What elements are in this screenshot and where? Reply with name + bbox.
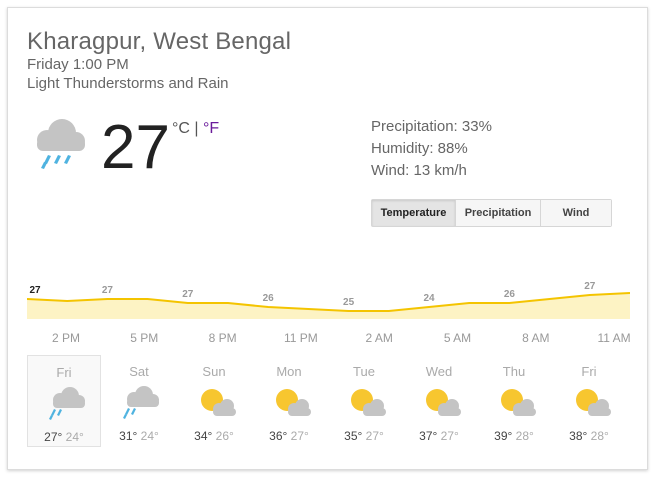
chart-point-label: 24 (423, 293, 435, 304)
chart-tabs: Temperature Precipitation Wind (371, 199, 612, 227)
current-temperature: 27 (101, 113, 170, 182)
forecast-low: 27° (287, 429, 309, 443)
forecast-day-sun[interactable]: Sun 34° 26° (177, 355, 251, 447)
cloud-rain-icon (49, 387, 85, 420)
forecast-temps: 37° 27° (402, 429, 476, 443)
temperature-chart: 27 27 27 26 25 24 26 27 (27, 281, 630, 319)
forecast-day-name: Fri (581, 364, 597, 379)
unit-fahrenheit-link[interactable]: °F (203, 120, 219, 137)
partly-sunny-icon (276, 389, 311, 416)
forecast-temps: 34° 26° (177, 429, 251, 443)
unit-separator: | (189, 120, 203, 137)
datetime-label: Friday 1:00 PM (27, 56, 129, 73)
forecast-day-mon[interactable]: Mon 36° 27° (252, 355, 326, 447)
forecast-day-name: Fri (56, 365, 72, 380)
tab-precipitation[interactable]: Precipitation (456, 200, 541, 226)
forecast-day-thu[interactable]: Thu 39° 28° (477, 355, 551, 447)
chart-point-label: 26 (263, 293, 275, 304)
forecast-day-fri[interactable]: Fri 38° 28° (552, 355, 626, 447)
forecast-day-sat[interactable]: Sat 31° 24° (102, 355, 176, 447)
chart-x-label: 8 PM (208, 331, 237, 345)
humidity-stat: Humidity: 88% (371, 140, 468, 157)
forecast-day-name: Wed (425, 364, 453, 379)
tab-wind[interactable]: Wind (541, 200, 611, 226)
chart-x-label: 5 PM (130, 331, 159, 345)
chart-x-label: 2 AM (365, 331, 393, 345)
forecast-low: 24° (62, 430, 84, 444)
chart-point-label: 27 (29, 285, 41, 296)
forecast-low: 26° (212, 429, 234, 443)
forecast-temps: 36° 27° (252, 429, 326, 443)
forecast-low: 24° (137, 429, 159, 443)
partly-sunny-icon (501, 389, 536, 416)
unit-toggle: °C | °F (172, 120, 219, 138)
partly-sunny-icon (576, 389, 611, 416)
tab-temperature[interactable]: Temperature (372, 200, 456, 226)
partly-sunny-icon (351, 389, 386, 416)
forecast-high: 37° (419, 429, 438, 443)
forecast-low: 28° (512, 429, 534, 443)
forecast-high: 36° (269, 429, 288, 443)
forecast-day-name: Sat (129, 364, 149, 379)
chart-point-label: 25 (343, 297, 355, 308)
forecast-day-fri[interactable]: Fri 27° 24° (27, 355, 101, 447)
forecast-day-name: Tue (353, 364, 375, 379)
forecast-temps: 31° 24° (102, 429, 176, 443)
chart-point-label: 27 (182, 289, 194, 300)
location-title: Kharagpur, West Bengal (27, 28, 292, 55)
unit-celsius[interactable]: °C (172, 120, 190, 137)
chart-x-label: 8 AM (522, 331, 550, 345)
forecast-temps: 27° 24° (28, 430, 100, 444)
condition-label: Light Thunderstorms and Rain (27, 75, 229, 92)
chart-x-label: 11 PM (283, 331, 318, 345)
forecast-temps: 39° 28° (477, 429, 551, 443)
chart-point-label: 26 (504, 289, 516, 300)
forecast-high: 27° (44, 430, 63, 444)
partly-sunny-icon (426, 389, 461, 416)
chart-point-label: 27 (102, 285, 114, 296)
precipitation-stat: Precipitation: 33% (371, 118, 492, 135)
forecast-day-tue[interactable]: Tue 35° 27° (327, 355, 401, 447)
chart-area (27, 293, 630, 319)
forecast-day-wed[interactable]: Wed 37° 27° (402, 355, 476, 447)
chart-x-label: 11 AM (597, 331, 631, 345)
forecast-day-name: Mon (276, 364, 302, 379)
forecast-day-name: Sun (202, 364, 226, 379)
forecast-high: 35° (344, 429, 363, 443)
cloud-rain-icon (123, 386, 159, 419)
forecast-low: 27° (362, 429, 384, 443)
forecast-high: 39° (494, 429, 513, 443)
chart-x-label: 2 PM (51, 331, 80, 345)
forecast-high: 38° (569, 429, 588, 443)
forecast-day-name: Thu (502, 364, 526, 379)
chart-x-label: 5 AM (443, 331, 472, 345)
partly-sunny-icon (201, 389, 236, 416)
forecast-low: 28° (587, 429, 609, 443)
cloud-rain-icon (37, 119, 85, 169)
forecast-low: 27° (437, 429, 459, 443)
forecast-high: 34° (194, 429, 213, 443)
wind-stat: Wind: 13 km/h (371, 162, 467, 179)
chart-point-label: 27 (584, 281, 596, 292)
forecast-temps: 38° 28° (552, 429, 626, 443)
forecast-temps: 35° 27° (327, 429, 401, 443)
forecast-high: 31° (119, 429, 138, 443)
